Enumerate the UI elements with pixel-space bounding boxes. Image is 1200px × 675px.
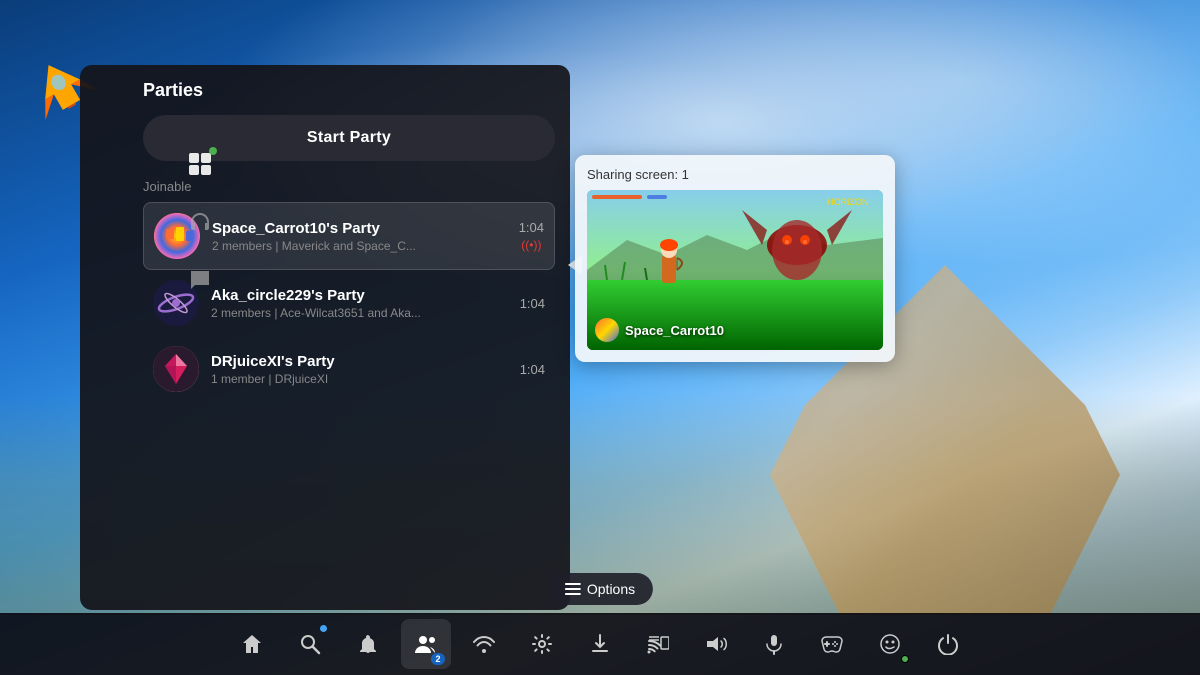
- party-time-drjuice: 1:04: [520, 362, 545, 377]
- svg-text:HORIZON: HORIZON: [827, 197, 869, 207]
- party-name-space-carrot: Space_Carrot10's Party: [212, 220, 511, 237]
- taskbar-settings[interactable]: [517, 619, 567, 669]
- sharing-label: Sharing screen: 1: [587, 167, 883, 182]
- search-blue-dot: [320, 625, 327, 632]
- taskbar-friends[interactable]: 2: [401, 619, 451, 669]
- taskbar-notifications[interactable]: [343, 619, 393, 669]
- party-info-aka: Aka_circle229's Party 2 members | Ace-Wi…: [211, 287, 512, 320]
- sharing-user-avatar: [595, 318, 619, 342]
- party-name-drjuice: DRjuiceXI's Party: [211, 353, 512, 370]
- live-icon: ((•)): [521, 238, 541, 252]
- parties-panel: Parties Start Party Joinable: [80, 65, 570, 610]
- sharing-video: HORIZON Space_Carrot10: [587, 190, 883, 350]
- taskbar-home[interactable]: [227, 619, 277, 669]
- party-time-aka: 1:04: [520, 296, 545, 311]
- taskbar-download[interactable]: [575, 619, 625, 669]
- taskbar-power[interactable]: [923, 619, 973, 669]
- sharing-user: Space_Carrot10: [595, 318, 724, 342]
- party-name-aka: Aka_circle229's Party: [211, 287, 512, 304]
- party-info-drjuice: DRjuiceXI's Party 1 member | DRjuiceXI: [211, 353, 512, 386]
- party-info-space-carrot: Space_Carrot10's Party 2 members | Maver…: [212, 220, 511, 253]
- sidebar: [175, 130, 225, 545]
- taskbar-emoji[interactable]: [865, 619, 915, 669]
- taskbar-mic[interactable]: [749, 619, 799, 669]
- taskbar-wifi[interactable]: [459, 619, 509, 669]
- sharing-username: Space_Carrot10: [625, 323, 724, 338]
- party-time-space-carrot: 1:04 ((•)): [519, 220, 544, 252]
- sidebar-icon-parties[interactable]: [181, 145, 219, 183]
- friends-badge: 2: [431, 653, 445, 665]
- taskbar-volume[interactable]: [691, 619, 741, 669]
- sharing-popup: Sharing screen: 1: [575, 155, 895, 362]
- sidebar-icon-chat[interactable]: [181, 261, 219, 299]
- party-members-aka: 2 members | Ace-Wilcat3651 and Aka...: [211, 306, 512, 320]
- sidebar-icon-headset[interactable]: [181, 203, 219, 241]
- parties-dot: [209, 147, 217, 155]
- party-members-drjuice: 1 member | DRjuiceXI: [211, 372, 512, 386]
- panel-title: Parties: [143, 80, 555, 101]
- taskbar-cast[interactable]: [633, 619, 683, 669]
- taskbar: 2: [0, 613, 1200, 675]
- options-button[interactable]: Options: [547, 573, 653, 605]
- emoji-green-dot: [901, 655, 909, 663]
- party-members-space-carrot: 2 members | Maverick and Space_C...: [212, 239, 511, 253]
- options-icon: [565, 583, 581, 595]
- taskbar-search[interactable]: [285, 619, 335, 669]
- taskbar-gamepad[interactable]: [807, 619, 857, 669]
